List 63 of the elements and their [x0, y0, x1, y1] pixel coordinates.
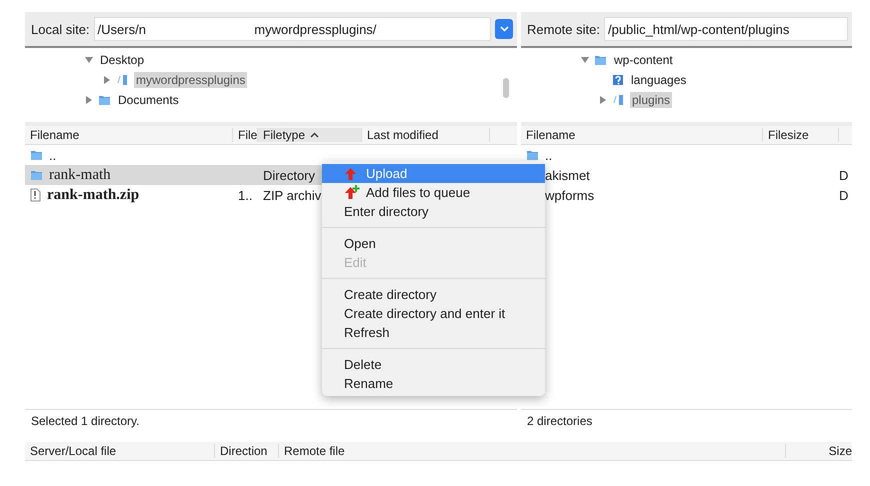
- expanded-triangle-icon[interactable]: [85, 56, 93, 64]
- path-field[interactable]: /public_html/wp-content/plugins: [604, 17, 848, 41]
- add-to-queue-icon: [344, 185, 360, 200]
- chevron-down-icon: [500, 26, 508, 32]
- folder-icon: [98, 94, 111, 106]
- folder-icon: [30, 149, 43, 161]
- tree-item[interactable]: languages: [629, 72, 688, 88]
- menu-item[interactable]: Open: [322, 234, 545, 253]
- column-header[interactable]: Filename: [25, 128, 233, 142]
- file-name: rank-math: [49, 166, 111, 184]
- menu-item[interactable]: Add files to queue: [322, 183, 545, 202]
- file-name: rank-math.zip: [47, 186, 140, 204]
- file-type: ZIP archiv: [263, 188, 322, 202]
- expanded-triangle-icon[interactable]: [581, 56, 589, 64]
- folder-icon: [526, 149, 539, 161]
- menu-item[interactable]: Delete: [322, 355, 545, 374]
- file-type: Directory: [263, 168, 316, 182]
- folder-icon: [594, 54, 607, 66]
- collapsed-triangle-icon[interactable]: [103, 76, 111, 84]
- file-icon: [30, 188, 41, 202]
- column-header[interactable]: Direction: [215, 444, 279, 458]
- menu-item[interactable]: Enter directory: [322, 202, 545, 221]
- file-name: ..: [49, 148, 56, 162]
- column-header[interactable]: Filesize: [763, 128, 839, 142]
- upload-arrow-icon: [344, 166, 357, 180]
- tree-item[interactable]: mywordpressplugins: [134, 72, 248, 88]
- site-label: Remote site:: [527, 22, 600, 36]
- sort-ascending-icon: [310, 132, 320, 138]
- menu-item[interactable]: Refresh: [322, 323, 545, 342]
- menu-item[interactable]: Rename: [322, 374, 545, 393]
- site-label: Local site:: [31, 22, 90, 36]
- file-name: ..: [545, 148, 552, 162]
- column-header[interactable]: Filetype: [258, 128, 362, 142]
- tree-item[interactable]: Documents: [116, 92, 181, 108]
- question-icon: [612, 74, 624, 86]
- column-header[interactable]: Remote file: [279, 444, 786, 458]
- file-row[interactable]: ..: [25, 145, 517, 165]
- file-type: D: [839, 188, 848, 202]
- path-field[interactable]: /Users/n mywordpressplugins/: [94, 17, 491, 41]
- file-name: akismet: [545, 168, 590, 182]
- folder-icon: [30, 169, 43, 181]
- folder-link-icon: [116, 74, 129, 86]
- status-text: 2 directories: [521, 409, 852, 432]
- file-row[interactable]: ..: [521, 145, 852, 165]
- collapsed-triangle-icon[interactable]: [85, 96, 93, 104]
- file-type: D: [839, 168, 848, 182]
- file-name: wpforms: [545, 188, 594, 202]
- tree-item[interactable]: Desktop: [98, 52, 146, 68]
- collapsed-triangle-icon[interactable]: [599, 96, 607, 104]
- column-header[interactable]: Last modified: [362, 128, 490, 142]
- column-header[interactable]: Filename: [521, 128, 763, 142]
- scrollbar-thumb[interactable]: [503, 78, 509, 98]
- folder-link-icon: [612, 94, 625, 106]
- dropdown-button[interactable]: [495, 19, 513, 39]
- column-header[interactable]: Server/Local file: [25, 444, 215, 458]
- column-header[interactable]: Size: [786, 444, 852, 458]
- menu-item[interactable]: Create directory and enter it: [322, 304, 545, 323]
- menu-item[interactable]: Create directory: [322, 285, 545, 304]
- tree-item[interactable]: plugins: [630, 92, 672, 108]
- file-size: 1..: [238, 188, 252, 202]
- tree-item[interactable]: wp-content: [612, 52, 675, 68]
- menu-item[interactable]: Upload: [322, 164, 545, 183]
- status-text: Selected 1 directory.: [25, 409, 517, 432]
